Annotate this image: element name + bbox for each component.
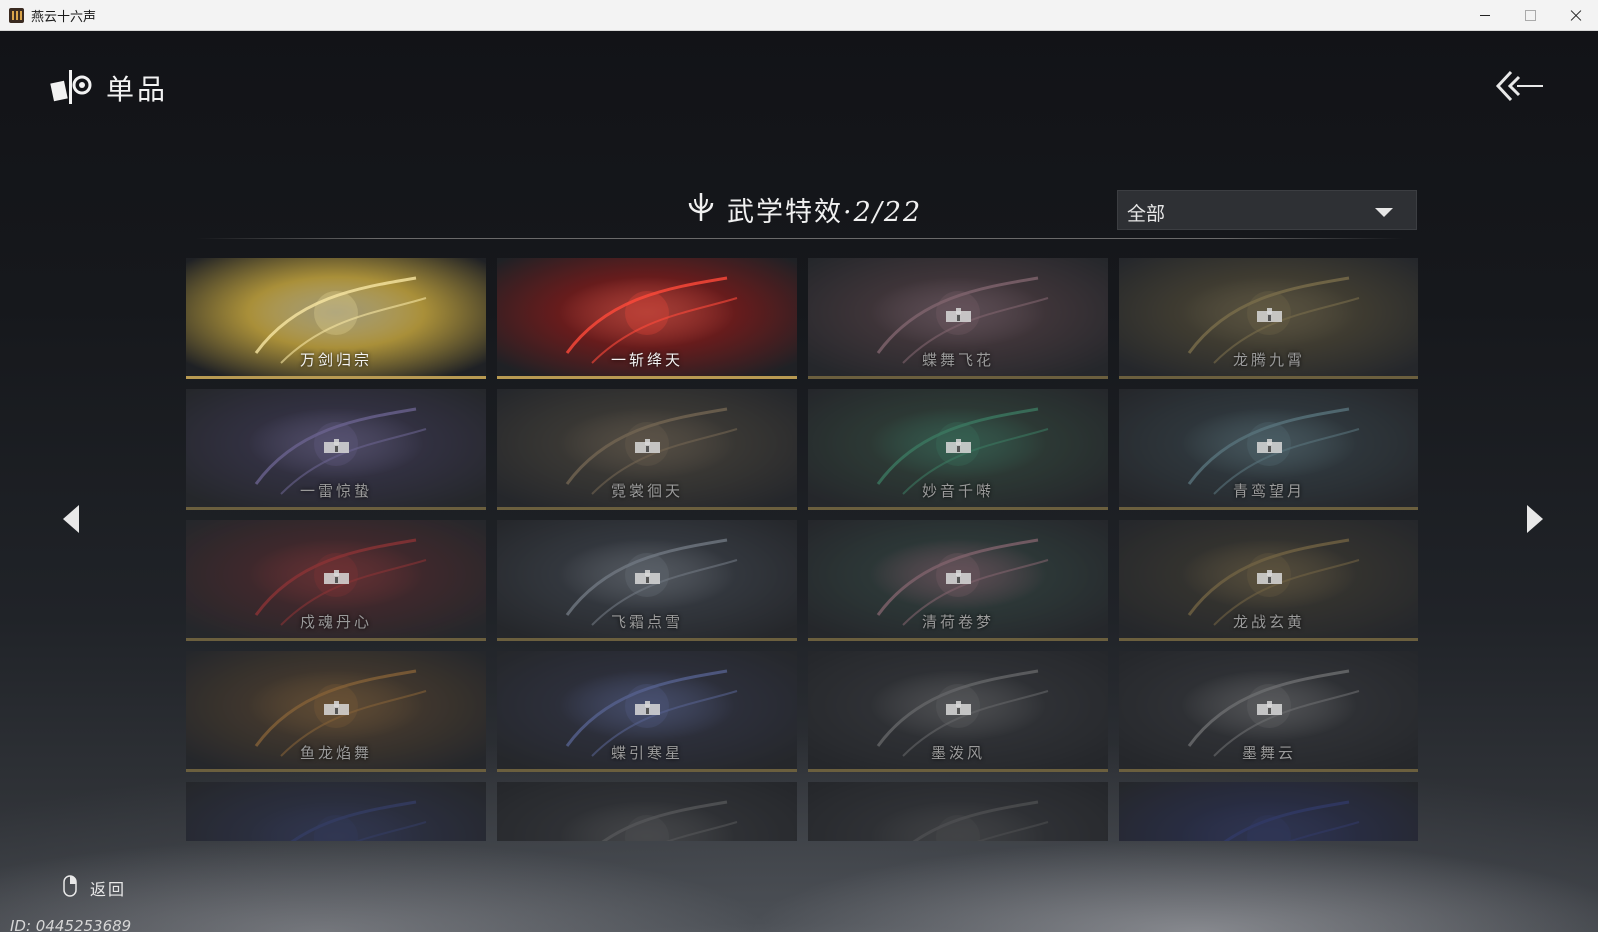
lock-icon (946, 701, 971, 715)
effect-card-name: 蝶舞飞花 (921, 351, 994, 369)
filter-selected-value: 全部 (1127, 203, 1166, 225)
effect-artwork (1119, 782, 1418, 841)
effect-card[interactable]: 一斩绛天 (497, 258, 797, 379)
lock-icon (324, 439, 349, 453)
effect-card[interactable]: 飞霜点雪 (497, 520, 797, 641)
effect-card-name: 飞霜点雪 (610, 613, 683, 631)
window-titlebar: 燕云十六声 (0, 0, 1598, 31)
lock-icon (324, 570, 349, 584)
lock-icon (1257, 308, 1282, 322)
page-title: 单品 (106, 73, 169, 106)
effect-card[interactable]: 万剑归宗 (186, 258, 486, 379)
close-button[interactable] (1553, 0, 1598, 30)
lock-icon (1257, 701, 1282, 715)
effect-card[interactable]: 清荷卷梦 (808, 520, 1108, 641)
lock-icon (635, 439, 660, 453)
section-count: ·2/22 (843, 197, 923, 228)
lock-icon (946, 308, 971, 322)
effect-artwork (186, 782, 486, 841)
section-title-text: 武学特效 (727, 197, 843, 228)
section-title: 武学特效·2/22 (727, 190, 922, 229)
effect-card-name: 万剑归宗 (299, 351, 372, 369)
effect-card-name: 龙腾九霄 (1232, 351, 1305, 369)
effect-card-name: 一雷惊蛰 (299, 482, 372, 500)
effect-card[interactable]: 墨舞云 (1119, 651, 1418, 772)
item-category-icon (50, 70, 92, 104)
effect-card[interactable]: 鱼龙焰舞 (186, 651, 486, 772)
effect-card[interactable]: 墨泼风 (808, 651, 1108, 772)
effect-card[interactable]: 龙战玄黄 (1119, 520, 1418, 641)
martial-effect-icon (688, 193, 714, 221)
effect-card[interactable]: 龙腾九霄 (1119, 258, 1418, 379)
window-title: 燕云十六声 (31, 10, 97, 25)
effect-card-name: 一斩绛天 (610, 351, 683, 369)
effect-card[interactable]: 青鸾望月 (1119, 389, 1418, 510)
effect-card[interactable] (808, 782, 1108, 841)
effect-card-name: 戍魂丹心 (299, 613, 372, 631)
lock-icon (946, 570, 971, 584)
lock-icon (946, 439, 971, 453)
effect-card-name: 墨泼风 (930, 744, 985, 762)
back-arrow-icon[interactable] (1495, 69, 1545, 103)
effect-card-name: 霓裳徊天 (610, 482, 683, 500)
effect-card[interactable]: 一雷惊蛰 (186, 389, 486, 510)
player-id: ID: 0445253689 (10, 917, 132, 932)
prev-page-arrow-icon[interactable] (61, 503, 81, 535)
effect-artwork (808, 782, 1108, 841)
effect-card[interactable]: 妙音千啭 (808, 389, 1108, 510)
app-icon (9, 8, 24, 23)
effect-card[interactable]: 戍魂丹心 (186, 520, 486, 641)
effect-card[interactable]: 蝶舞飞花 (808, 258, 1108, 379)
lock-icon (635, 570, 660, 584)
effect-card[interactable]: 霓裳徊天 (497, 389, 797, 510)
effect-card-name: 墨舞云 (1241, 744, 1296, 762)
filter-dropdown[interactable]: 全部 (1117, 190, 1417, 230)
effect-card-name: 青鸾望月 (1232, 482, 1305, 500)
game-canvas: 单品 武学特效·2/22 全部 万剑归宗 一斩绛天 蝶舞飞花 龙腾九霄一雷惊蛰 霓裳徊天… (0, 31, 1598, 932)
effect-grid: 万剑归宗 一斩绛天 蝶舞飞花 龙腾九霄一雷惊蛰 霓裳徊天 妙音千啭 青鸾望月戍魂丹心 飞霜点雪… (186, 258, 1418, 841)
lock-icon (324, 701, 349, 715)
next-page-arrow-icon[interactable] (1525, 503, 1545, 535)
effect-artwork (497, 782, 797, 841)
effect-card-name: 龙战玄黄 (1232, 613, 1305, 631)
effect-card-name: 妙音千啭 (921, 482, 994, 500)
effect-card-name: 鱼龙焰舞 (299, 744, 372, 762)
effect-card-name: 蝶引寒星 (610, 744, 683, 762)
lock-icon (1257, 570, 1282, 584)
chevron-down-icon (1375, 208, 1393, 217)
effect-card[interactable] (186, 782, 486, 841)
effect-card-name: 清荷卷梦 (921, 613, 994, 631)
mouse-right-click-icon (63, 875, 77, 897)
back-hint-label[interactable]: 返回 (90, 876, 126, 900)
lock-icon (635, 701, 660, 715)
header-divider (196, 238, 1404, 239)
minimize-button[interactable] (1463, 0, 1508, 30)
effect-card[interactable] (1119, 782, 1418, 841)
effect-card[interactable] (497, 782, 797, 841)
lock-icon (1257, 439, 1282, 453)
maximize-button[interactable] (1508, 0, 1553, 30)
effect-card[interactable]: 蝶引寒星 (497, 651, 797, 772)
